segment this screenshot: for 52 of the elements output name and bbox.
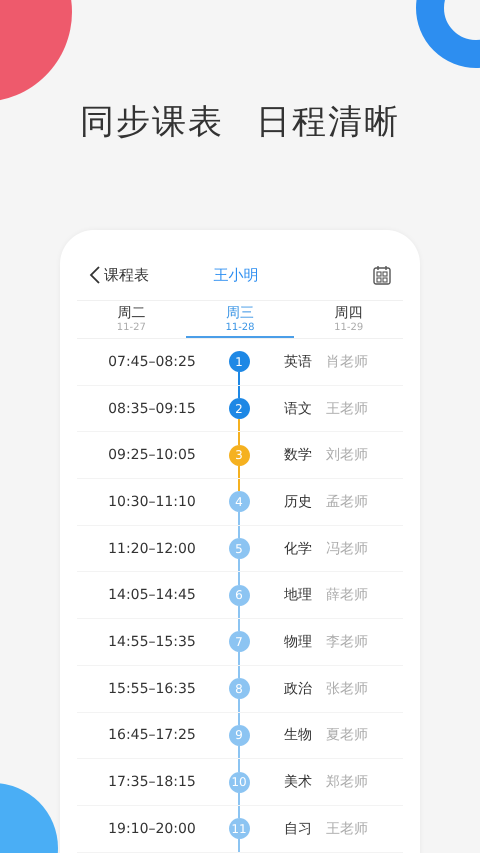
lesson-number: 5 [228, 538, 250, 560]
lesson-time: 10:30–11:10 [107, 494, 197, 510]
lesson-time: 09:25–10:05 [107, 447, 197, 464]
lesson-number: 7 [228, 631, 250, 652]
lesson-time: 11:20–12:00 [107, 540, 197, 557]
teacher-name: 张老师 [326, 680, 368, 698]
subject-name: 英语 [284, 352, 312, 371]
back-button[interactable]: 课程表 [89, 266, 199, 284]
headline: 日程清晰 [255, 101, 401, 144]
lesson-number: 10 [228, 772, 250, 793]
lesson-time: 15:55–16:35 [107, 680, 197, 697]
teacher-name: 夏老师 [326, 726, 368, 744]
lesson-time: 16:45–17:25 [107, 727, 197, 744]
subject-name: 数学 [284, 446, 312, 464]
headline: 同步课表 [79, 101, 225, 144]
back-icon [89, 266, 101, 284]
subject-name: 化学 [284, 540, 312, 558]
lesson-time: 17:35–18:15 [107, 774, 197, 790]
subject-name: 政治 [284, 680, 312, 698]
teacher-name: 王老师 [326, 400, 368, 418]
teacher-name: 李老师 [326, 632, 368, 651]
teacher-name: 肖老师 [326, 352, 368, 371]
teacher-name: 王老师 [326, 820, 368, 838]
student-name: 王小明 [212, 266, 260, 284]
subject-name: 自习 [284, 820, 312, 838]
teacher-name: 薛老师 [326, 586, 368, 604]
lesson-time: 19:10–20:00 [107, 820, 197, 837]
teacher-name: 刘老师 [326, 446, 368, 464]
subject-name: 地理 [284, 586, 312, 604]
lesson-number: 8 [228, 678, 250, 700]
subject-name: 美术 [284, 773, 312, 792]
lesson-number: 11 [228, 818, 250, 840]
subject-name: 语文 [284, 400, 312, 418]
lesson-number: 6 [228, 584, 250, 606]
lesson-number: 3 [228, 444, 250, 466]
lesson-time: 14:05–14:45 [107, 587, 197, 604]
lesson-time: 07:45–08:25 [107, 354, 197, 370]
calendar-icon[interactable] [373, 265, 391, 285]
subject-name: 历史 [284, 492, 312, 511]
lesson-number: 2 [228, 398, 250, 420]
lesson-number: 9 [228, 724, 250, 746]
day-tab[interactable]: 周四 11-29 [294, 301, 404, 338]
teacher-name: 郑老师 [326, 773, 368, 792]
teacher-name: 孟老师 [326, 492, 368, 511]
lesson-time: 14:55–15:35 [107, 634, 197, 650]
lesson-number: 4 [228, 491, 250, 512]
subject-name: 生物 [284, 726, 312, 744]
teacher-name: 冯老师 [326, 540, 368, 558]
subject-name: 物理 [284, 632, 312, 651]
lesson-number: 1 [228, 351, 250, 372]
day-tab[interactable]: 周二 11-27 [77, 301, 186, 338]
lesson-time: 08:35–09:15 [107, 400, 197, 417]
